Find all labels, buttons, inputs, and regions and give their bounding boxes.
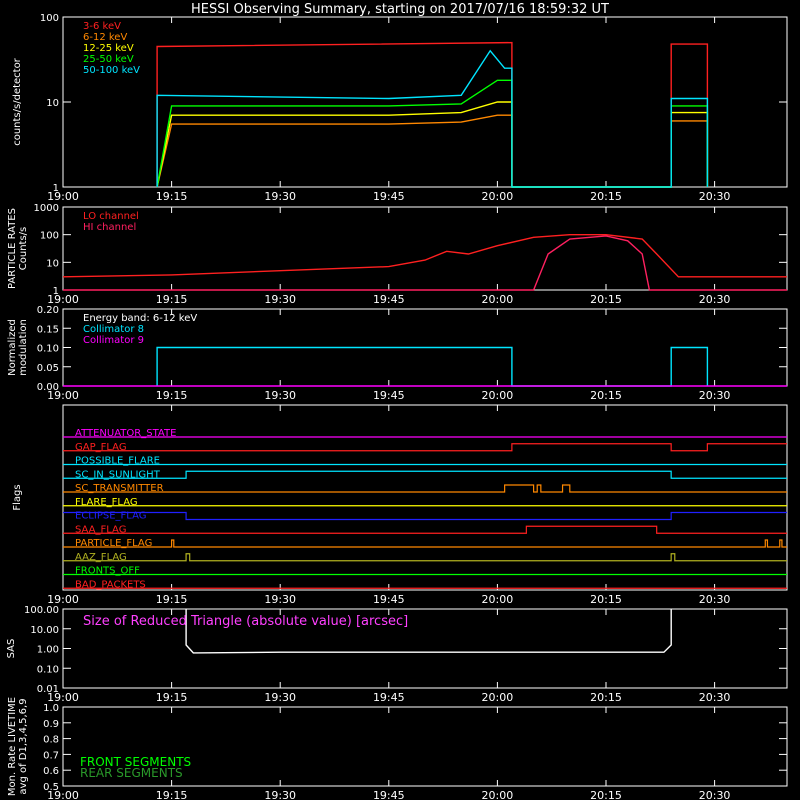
y-tick-label: 0.10 <box>37 664 59 675</box>
x-tick-label: 20:15 <box>590 190 622 203</box>
x-tick-label: 19:45 <box>373 389 405 402</box>
x-tick-label: 20:30 <box>699 593 731 606</box>
x-tick-label: 19:30 <box>264 293 296 306</box>
flag-label-flare-flag: FLARE_FLAG <box>75 497 138 508</box>
observing-summary-figure: HESSI Observing Summary, starting on 201… <box>0 0 800 800</box>
y-tick-label: 0.05 <box>37 363 59 374</box>
y-tick-label: 0.01 <box>37 684 59 695</box>
y-axis-label: counts/s/detector <box>12 57 23 145</box>
x-tick-label: 20:15 <box>590 389 622 402</box>
x-tick-label: 20:30 <box>699 190 731 203</box>
y-axis-label: Counts/s <box>18 227 29 271</box>
x-tick-label: 19:45 <box>373 593 405 606</box>
x-tick-label: 19:30 <box>264 691 296 704</box>
y-axis-label: avg of D1,3,4,5,6,9 <box>18 698 29 794</box>
y-tick-label: 0.8 <box>43 735 59 746</box>
x-tick-label: 19:15 <box>156 593 188 606</box>
legend-entry-6-12-kev: 6-12 keV <box>83 32 127 43</box>
y-tick-label: 0.7 <box>43 750 59 761</box>
y-tick-label: 0.9 <box>43 719 59 730</box>
x-tick-label: 20:30 <box>699 389 731 402</box>
x-tick-label: 19:45 <box>373 190 405 203</box>
y-axis-label: modulation <box>18 319 29 376</box>
x-tick-label: 20:00 <box>482 389 514 402</box>
y-tick-label: 0.5 <box>43 782 59 793</box>
x-tick-label: 19:45 <box>373 789 405 800</box>
y-tick-label: 0.10 <box>37 344 59 355</box>
x-tick-label: 19:45 <box>373 691 405 704</box>
flag-label-possible-flare: POSSIBLE_FLARE <box>75 456 160 467</box>
flag-label-particle-flag: PARTICLE_FLAG <box>75 538 152 549</box>
legend-entry-hi-channel: HI channel <box>83 222 136 233</box>
x-tick-label: 19:30 <box>264 593 296 606</box>
y-tick-label: 0.00 <box>37 382 59 393</box>
flag-label-sc-in-sunlight: SC_IN_SUNLIGHT <box>75 469 161 480</box>
y-tick-label: 100.00 <box>24 605 59 616</box>
x-tick-label: 20:15 <box>590 691 622 704</box>
y-tick-label: 10.00 <box>30 625 59 636</box>
y-axis-label: Normalized <box>7 319 18 376</box>
flag-label-bad-packets: BAD_PACKETS <box>75 579 146 590</box>
legend-entry-collimator-9: Collimator 9 <box>83 335 144 346</box>
x-tick-label: 19:30 <box>264 389 296 402</box>
x-tick-label: 19:30 <box>264 789 296 800</box>
y-tick-label: 1.00 <box>37 645 59 656</box>
y-tick-label: 1 <box>53 286 59 297</box>
x-tick-label: 20:30 <box>699 293 731 306</box>
y-tick-label: 0.15 <box>37 324 59 335</box>
x-tick-label: 20:30 <box>699 789 731 800</box>
legend-entry-12-25-kev: 12-25 keV <box>83 43 134 54</box>
y-tick-label: 0.6 <box>43 766 59 777</box>
legend-entry-lo-channel: LO channel <box>83 211 139 222</box>
y-tick-label: 1 <box>53 183 59 194</box>
x-tick-label: 20:30 <box>699 691 731 704</box>
x-tick-label: 19:15 <box>156 389 188 402</box>
x-tick-label: 20:00 <box>482 789 514 800</box>
y-tick-label: 1.0 <box>43 703 59 714</box>
y-tick-label: 0.20 <box>37 305 59 316</box>
flag-label-eclipse-flag: ECLIPSE_FLAG <box>75 511 146 522</box>
flag-label-aaz-flag: AAZ_FLAG <box>75 552 127 563</box>
x-tick-label: 20:15 <box>590 293 622 306</box>
legend-entry-3-6-kev: 3-6 keV <box>83 21 121 32</box>
x-tick-label: 19:30 <box>264 190 296 203</box>
annotation: Energy band: 6-12 keV <box>83 313 197 324</box>
y-tick-label: 10 <box>46 258 59 269</box>
y-tick-label: 1000 <box>34 203 59 214</box>
y-axis-label: Flags <box>12 484 23 510</box>
y-axis-label: SAS <box>6 639 17 659</box>
legend-entry-collimator-8: Collimator 8 <box>83 324 144 335</box>
y-tick-label: 10 <box>46 98 59 109</box>
x-tick-label: 19:15 <box>156 190 188 203</box>
y-tick-label: 100 <box>40 231 59 242</box>
flag-label-gap-flag: GAP_FLAG <box>75 442 127 453</box>
x-tick-label: 19:45 <box>373 293 405 306</box>
x-tick-label: 20:15 <box>590 789 622 800</box>
y-tick-label: 100 <box>40 13 59 24</box>
x-tick-label: 20:00 <box>482 593 514 606</box>
legend-entry-25-50-kev: 25-50 keV <box>83 54 134 65</box>
flag-label-saa-flag: SAA_FLAG <box>75 524 126 535</box>
x-tick-label: 19:15 <box>156 293 188 306</box>
annotation: Size of Reduced Triangle (absolute value… <box>83 614 408 629</box>
x-tick-label: 19:15 <box>156 691 188 704</box>
legend-entry-50-100-kev: 50-100 keV <box>83 65 140 76</box>
x-tick-label: 20:15 <box>590 593 622 606</box>
y-axis-label: Mon. Rate LIVETIME <box>7 697 18 796</box>
flag-label-fronts-off: FRONTS_OFF <box>75 566 140 577</box>
x-tick-label: 20:00 <box>482 293 514 306</box>
figure-title: HESSI Observing Summary, starting on 201… <box>191 2 609 17</box>
x-tick-label: 19:15 <box>156 789 188 800</box>
flag-label-attenuator-state: ATTENUATOR_STATE <box>75 428 176 439</box>
y-axis-label: PARTICLE RATES <box>7 208 18 289</box>
legend-entry-rear-segments: REAR SEGMENTS <box>80 766 183 780</box>
x-tick-label: 20:00 <box>482 691 514 704</box>
flag-label-sc-transmitter: SC_TRANSMITTER <box>75 483 164 494</box>
x-tick-label: 20:00 <box>482 190 514 203</box>
